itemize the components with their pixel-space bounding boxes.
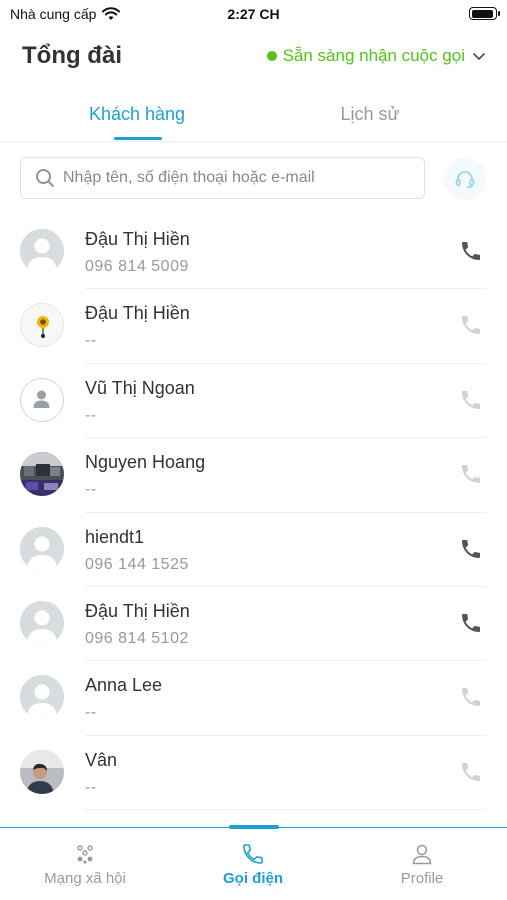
nav-call-label: Gọi điện xyxy=(223,870,283,887)
contact-name: Anna Lee xyxy=(85,675,163,696)
phone-icon[interactable] xyxy=(459,760,483,784)
nav-profile[interactable]: Profile xyxy=(342,842,502,888)
nav-social-label: Mạng xã hội xyxy=(44,870,126,887)
avatar xyxy=(20,675,64,720)
default-avatar-icon xyxy=(20,600,64,645)
contact-row[interactable]: Anna Lee -- xyxy=(0,661,507,736)
search-input[interactable] xyxy=(63,169,413,187)
contact-phone: -- xyxy=(85,778,97,796)
contact-name: Đậu Thị Hiền xyxy=(85,303,190,324)
headset-icon xyxy=(455,171,475,189)
contact-row[interactable]: Đậu Thị Hiền -- xyxy=(0,289,507,364)
header: Tổng đài Sẵn sàng nhận cuộc gọi xyxy=(0,38,507,78)
battery-icon xyxy=(469,7,500,20)
contact-phone: -- xyxy=(85,332,97,350)
phone-icon[interactable] xyxy=(459,462,483,486)
contact-list: Đậu Thị Hiền 096 814 5009 Đậu Thị Hiền -… xyxy=(0,215,507,811)
tab-history[interactable]: Lịch sử xyxy=(295,104,445,125)
default-avatar-icon xyxy=(20,526,64,571)
sunflower-avatar-icon xyxy=(21,304,63,347)
contact-phone: 096 814 5009 xyxy=(85,258,189,275)
availability-label: Sẵn sàng nhận cuộc gọi xyxy=(282,46,465,65)
phone-icon[interactable] xyxy=(459,611,483,635)
default-avatar-icon xyxy=(20,229,64,273)
contact-phone: 096 814 5102 xyxy=(85,629,189,647)
avatar xyxy=(20,229,64,273)
nav-profile-label: Profile xyxy=(400,870,444,887)
contact-row[interactable]: Đậu Thị Hiền 096 814 5102 xyxy=(0,587,507,662)
tab-bar: Khách hàng Lịch sử xyxy=(0,92,507,142)
phone-icon[interactable] xyxy=(459,313,483,337)
avatar xyxy=(20,526,64,571)
contact-row[interactable]: Vân -- xyxy=(0,736,507,811)
person-photo-avatar-icon xyxy=(20,749,64,794)
status-time: 2:27 CH xyxy=(227,6,280,22)
search-icon xyxy=(36,169,54,187)
headset-button[interactable] xyxy=(444,158,486,200)
contact-row[interactable]: Đậu Thị Hiền 096 814 5009 xyxy=(0,215,507,290)
tab-active-indicator xyxy=(114,137,162,140)
chevron-down-icon xyxy=(473,53,485,60)
avatar xyxy=(20,452,64,497)
bottom-nav: Mạng xã hội Gọi điện Profile xyxy=(0,825,507,900)
contact-name: Đậu Thị Hiền xyxy=(85,229,190,249)
contact-name: Vân xyxy=(85,749,118,770)
phone-icon xyxy=(243,844,263,864)
phone-icon[interactable] xyxy=(459,388,483,412)
avatar xyxy=(20,303,64,348)
nav-call[interactable]: Gọi điện xyxy=(173,842,333,888)
status-bar: Nhà cung cấp 2:27 CH xyxy=(0,0,507,30)
nav-social[interactable]: Mạng xã hội xyxy=(5,842,165,888)
person-icon xyxy=(412,844,432,865)
phone-icon[interactable] xyxy=(459,537,483,561)
avatar xyxy=(20,600,64,645)
avatar xyxy=(20,749,64,794)
contact-phone: 096 144 1525 xyxy=(85,555,189,573)
phone-icon[interactable] xyxy=(459,685,483,709)
social-icon xyxy=(77,845,93,864)
contact-name: Vũ Thị Ngoan xyxy=(85,377,195,398)
avatar xyxy=(20,377,64,422)
contact-name: hiendt1 xyxy=(85,526,145,547)
nav-active-indicator xyxy=(229,825,279,829)
contact-row[interactable]: hiendt1 096 144 1525 xyxy=(0,513,507,587)
tab-customers[interactable]: Khách hàng xyxy=(62,104,212,125)
contact-phone: -- xyxy=(85,481,97,499)
contact-phone: -- xyxy=(85,704,97,722)
contact-name: Đậu Thị Hiền xyxy=(85,600,190,621)
contact-row[interactable]: Vũ Thị Ngoan -- xyxy=(0,364,507,439)
status-dot-icon xyxy=(266,51,277,61)
contact-row[interactable]: Nguyen Hoang -- xyxy=(0,438,507,513)
contact-name: Nguyen Hoang xyxy=(85,452,206,473)
phone-icon[interactable] xyxy=(459,239,483,263)
contact-phone: -- xyxy=(85,406,97,424)
room-photo-avatar-icon xyxy=(20,452,64,497)
search-box xyxy=(20,157,425,199)
user-outline-icon xyxy=(21,378,62,420)
availability-dropdown[interactable]: Sẵn sàng nhận cuộc gọi xyxy=(266,46,487,66)
divider xyxy=(85,809,487,811)
default-avatar-icon xyxy=(20,675,64,720)
page-title: Tổng đài xyxy=(22,42,122,69)
